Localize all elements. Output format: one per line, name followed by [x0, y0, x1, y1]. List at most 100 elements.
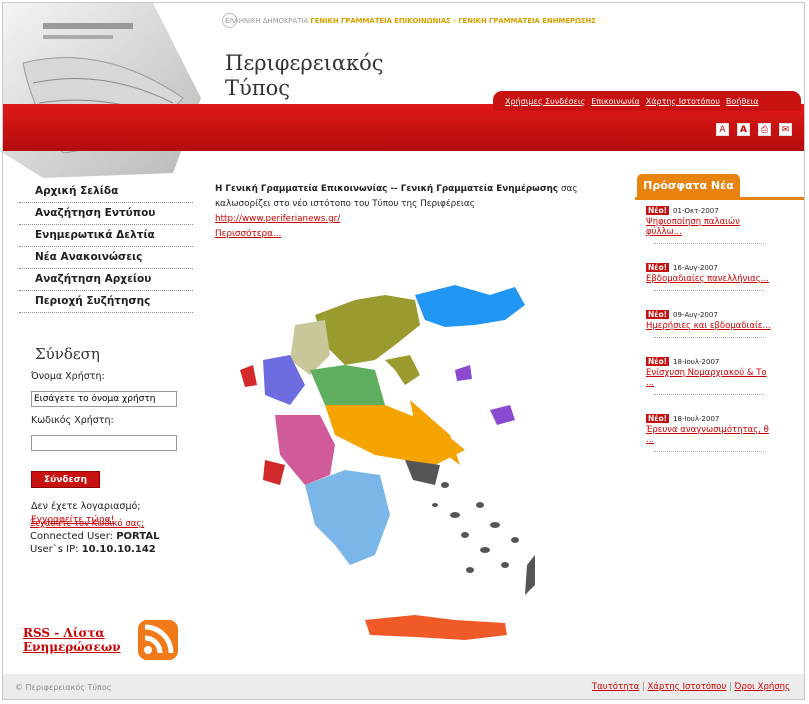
topnav-sitemap[interactable]: Χάρτης Ιστοτόπου [646, 97, 720, 106]
username-input[interactable] [31, 391, 177, 407]
connection-info: Connected User: PORTAL User`s IP: 10.10.… [30, 530, 159, 556]
news-link[interactable]: Έρευνα αναγνωσιμότητας, θ ... [646, 425, 776, 445]
footer-sitemap-link[interactable]: Χάρτης Ιστοτόπου [647, 682, 726, 692]
user-ip-label: User`s IP: [30, 544, 79, 555]
new-badge: Νέο! [646, 414, 670, 423]
news-item: Νέο! 16-Αυγ-2007 Εβδομαδιαίες πανελλήνιας… [646, 263, 804, 291]
topnav-help[interactable]: Βοήθεια [726, 97, 759, 106]
map-island [501, 562, 509, 568]
map-region-lemnos [455, 365, 472, 381]
news-item: Νέο! 18-Ιουλ-2007 Έρευνα αναγνωσιμότητας,… [646, 414, 804, 452]
intro-text: Η Γενική Γραμματεία Επικοινωνίας -- Γενι… [215, 182, 595, 242]
news-item: Νέο! 18-Ιουλ-2007 Ενίσχυση Νομαρχιακού & … [646, 357, 804, 395]
news-divider [654, 451, 764, 452]
footer-links: Ταυτότητα | Χάρτης Ιστοτόπου | Όροι Χρήσ… [592, 682, 790, 692]
login-title: Σύνδεση [35, 345, 100, 363]
newspaper-roll-image [3, 3, 201, 178]
rss-icon[interactable] [137, 619, 179, 661]
nav-search-publication[interactable]: Αναζήτηση Εντύπου [19, 203, 193, 225]
rss-link[interactable]: RSS - Λίστα Ενημερώσεων [23, 626, 121, 654]
news-link[interactable]: Ημερήσιες και εβδομαδιαίε... [646, 321, 776, 331]
new-badge: Νέο! [646, 310, 670, 319]
font-decrease-button[interactable]: A [716, 123, 729, 136]
left-nav: Αρχική Σελίδα Αναζήτηση Εντύπου Ενημερωτ… [13, 181, 193, 313]
page-frame: ΕΛΛΗΝΙΚΗ ΔΗΜΟΚΡΑΤΙΑ ΓΕΝΙΚΗ ΓΡΑΜΜΑΤΕΙΑ ΕΠ… [2, 2, 805, 700]
map-region-crete [365, 615, 507, 640]
map-island [461, 532, 469, 538]
topnav-useful-links[interactable]: Χρήσιμες Συνδέσεις [505, 97, 585, 106]
footer-copyright: © Περιφερειακός Τύπος [15, 683, 112, 692]
map-island [480, 547, 490, 553]
footer-separator: | [728, 682, 732, 692]
print-icon[interactable]: ⎙ [758, 123, 771, 136]
user-ip-value: 10.10.10.142 [81, 544, 156, 555]
nav-home[interactable]: Αρχική Σελίδα [19, 181, 193, 203]
news-link[interactable]: Εβδομαδιαίες πανελλήνιας... [646, 274, 776, 284]
map-island [466, 567, 474, 573]
map-region-chalkidiki [385, 355, 420, 385]
intro-url-link[interactable]: http://www.periferianews.gr/ [215, 212, 595, 227]
recent-news-panel: Πρόσφατα Νέα Νέο! 01-Οκτ-2007 Ψηφιοποίηση… [635, 174, 804, 471]
intro-more-link[interactable]: Περισσότερα... [215, 227, 595, 242]
login-box: Σύνδεση Όνομα Χρήστη: Κωδικός Χρήστη: Σύ… [27, 345, 187, 525]
site-title-line1: Περιφερειακός [225, 51, 384, 75]
map-region-west-macedonia [290, 320, 330, 375]
nav-newsletters[interactable]: Ενημερωτικά Δελτία [19, 225, 193, 247]
map-region-lesvos [490, 405, 515, 425]
toolbar: A A ⎙ ✉ [716, 123, 792, 136]
forgot-password-link[interactable]: Ξεχάσατε τον Κωδικό σας; [30, 519, 144, 529]
footer-identity-link[interactable]: Ταυτότητα [592, 682, 639, 692]
nav-search-archive[interactable]: Αναζήτηση Αρχείου [19, 269, 193, 291]
map-island [441, 482, 449, 488]
username-label: Όνομα Χρήστη: [31, 371, 105, 382]
email-icon[interactable]: ✉ [779, 123, 792, 136]
ministry-topline: ΕΛΛΗΝΙΚΗ ΔΗΜΟΚΡΑΤΙΑ ΓΕΝΙΚΗ ΓΡΑΜΜΑΤΕΙΑ ΕΠ… [225, 17, 596, 25]
connected-user-label: Connected User: [30, 531, 114, 542]
header: ΕΛΛΗΝΙΚΗ ΔΗΜΟΚΡΑΤΙΑ ΓΕΝΙΚΗ ΓΡΑΜΜΑΤΕΙΑ ΕΠ… [3, 3, 804, 178]
news-divider [654, 337, 764, 338]
login-button[interactable]: Σύνδεση [31, 471, 100, 488]
news-divider [654, 394, 764, 395]
news-divider [654, 243, 764, 244]
news-link[interactable]: Ενίσχυση Νομαρχιακού & Το ... [646, 368, 776, 388]
rss-link-line1: RSS - Λίστα [23, 626, 105, 640]
font-increase-button[interactable]: A [737, 123, 750, 136]
map-island [432, 503, 438, 507]
news-link[interactable]: Ψηφιοποίηση παλαιών φύλλω... [646, 217, 776, 237]
map-region-kefalonia [263, 460, 285, 485]
recent-news-title: Πρόσφατα Νέα [637, 174, 740, 197]
topline-secretariats: ΓΕΝΙΚΗ ΓΡΑΜΜΑΤΕΙΑ ΕΠΙΚΟΙΝΩΝΙΑΣ - ΓΕΝΙΚΗ … [310, 17, 596, 25]
map-island [450, 512, 460, 518]
new-badge: Νέο! [646, 263, 670, 272]
site-title: Περιφερειακός Τύπος [225, 51, 384, 101]
nav-discussion[interactable]: Περιοχή Συζήτησης [19, 291, 193, 313]
news-date: 09-Αυγ-2007 [673, 311, 718, 319]
news-item: Νέο! 01-Οκτ-2007 Ψηφιοποίηση παλαιών φύλλ… [646, 206, 804, 244]
intro-bold: Η Γενική Γραμματεία Επικοινωνίας -- Γενι… [215, 184, 559, 194]
password-label: Κωδικός Χρήστη: [31, 415, 114, 426]
topnav-contact[interactable]: Επικοινωνία [591, 97, 640, 106]
map-region-peloponnese [305, 470, 390, 565]
topline-republic: ΕΛΛΗΝΙΚΗ ΔΗΜΟΚΡΑΤΙΑ [225, 17, 309, 25]
rss-link-line2: Ενημερώσεων [23, 640, 121, 654]
map-region-rhodes [525, 555, 535, 595]
connected-user-value: PORTAL [116, 531, 160, 542]
news-date: 18-Ιουλ-2007 [673, 358, 720, 366]
red-banner [3, 104, 804, 151]
news-divider [654, 290, 764, 291]
nav-announcements[interactable]: Νέα Ανακοινώσεις [19, 247, 193, 269]
password-input[interactable] [31, 435, 177, 451]
site-title-line2: Τύπος [225, 76, 290, 100]
rss-block: RSS - Λίστα Ενημερώσεων [23, 619, 179, 661]
map-island [490, 522, 500, 528]
new-badge: Νέο! [646, 357, 670, 366]
map-region-thrace [415, 285, 525, 327]
footer-terms-link[interactable]: Όροι Χρήσης [735, 682, 790, 692]
news-date: 18-Ιουλ-2007 [673, 415, 720, 423]
news-date: 16-Αυγ-2007 [673, 264, 718, 272]
new-badge: Νέο! [646, 206, 670, 215]
greece-regions-map[interactable] [235, 275, 535, 660]
map-region-west-greece [275, 415, 335, 485]
news-item: Νέο! 09-Αυγ-2007 Ημερήσιες και εβδομαδιαί… [646, 310, 804, 338]
map-region-macedonia [315, 295, 420, 365]
